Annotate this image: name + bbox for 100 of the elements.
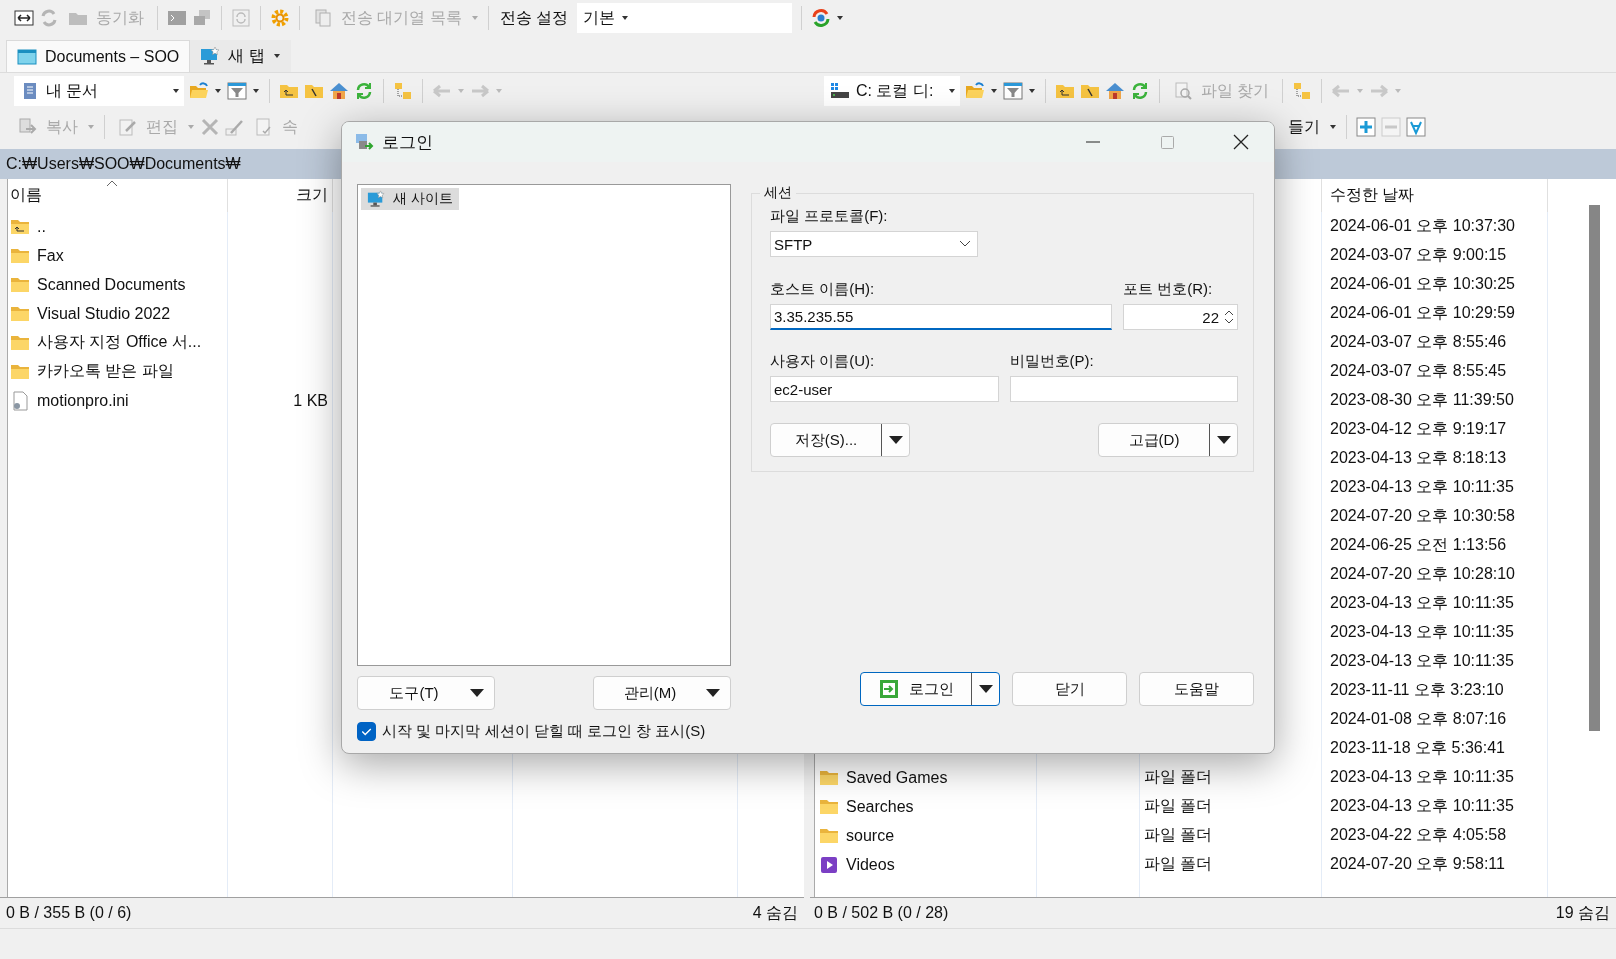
file-name[interactable]: Scanned Documents — [37, 275, 186, 294]
sort-icon — [106, 179, 118, 187]
modified-date: 2024-06-01 오후 10:30:25 — [1330, 274, 1515, 294]
host-field[interactable]: 3.35.235.55 — [770, 304, 1112, 330]
username-field[interactable]: ec2-user — [770, 376, 999, 402]
modified-date: 2024-07-20 오후 9:58:11 — [1330, 854, 1505, 874]
tab[interactable]: Documents – SOO — [6, 40, 191, 72]
protocol-dropdown[interactable]: SFTP — [770, 231, 978, 257]
file-name[interactable]: Videos — [846, 855, 895, 874]
scrollbar[interactable] — [1589, 205, 1600, 731]
file-type: 파일 폴더 — [1144, 767, 1213, 787]
caret-icon[interactable] — [706, 688, 720, 698]
close-button[interactable]: 닫기 — [1012, 672, 1127, 706]
monitor-icon — [367, 190, 385, 208]
location-dropdown[interactable]: 내 문서 — [14, 76, 184, 106]
refresh-icon[interactable] — [231, 8, 251, 28]
file-name[interactable]: 카카오톡 받은 파일 — [37, 361, 174, 382]
refresh-icon[interactable] — [354, 81, 374, 101]
file-type: 파일 폴더 — [1144, 854, 1213, 874]
file-name[interactable]: Searches — [846, 797, 914, 816]
file-name[interactable]: 사용자 지정 Office 서... — [37, 332, 202, 353]
caret-icon[interactable] — [888, 435, 903, 445]
tree-icon[interactable] — [393, 81, 413, 101]
modified-date: 2023-04-13 오후 10:11:35 — [1330, 477, 1514, 497]
settings-icon[interactable] — [270, 8, 290, 28]
home-icon[interactable] — [1105, 81, 1125, 101]
sync-icon[interactable] — [39, 8, 59, 28]
chevron-icon — [959, 240, 971, 248]
tab[interactable]: 새 탭 — [190, 40, 291, 72]
modified-date: 2023-04-13 오후 10:11:35 — [1330, 767, 1514, 787]
status-text: 0 B / 355 B (0 / 6) — [6, 904, 132, 922]
modified-date: 2023-04-13 오후 10:11:35 — [1330, 622, 1514, 642]
pencil-icon — [118, 117, 138, 137]
transfer-settings-dropdown[interactable]: 기본 — [577, 3, 793, 33]
open-folder-icon[interactable] — [965, 81, 985, 101]
site-item[interactable]: 새 사이트 — [361, 188, 459, 210]
file-name[interactable]: .. — [37, 217, 46, 236]
file-name[interactable]: Saved Games — [846, 768, 948, 787]
home-icon[interactable] — [329, 81, 349, 101]
modified-date: 2023-04-13 오후 10:11:35 — [1330, 796, 1514, 816]
modified-date: 2024-03-07 오후 9:00:15 — [1330, 245, 1507, 265]
caret-icon[interactable] — [978, 684, 993, 694]
filter-icon[interactable] — [1003, 81, 1023, 101]
file-name[interactable]: Fax — [37, 246, 64, 265]
transfer-settings-label: 전송 설정 — [499, 7, 569, 28]
checkbox-label: 시작 및 마지막 세션이 닫힐 때 로그인 창 표시(S) — [382, 722, 706, 741]
field-label: 사용자 이름(U): — [770, 351, 876, 371]
modified-date: 2023-08-30 오후 11:39:50 — [1330, 390, 1514, 410]
manage-button[interactable]: 관리(M) — [593, 676, 731, 710]
drive-dropdown[interactable]: C: 로컬 디: — [824, 76, 960, 106]
refresh-icon[interactable] — [1130, 81, 1150, 101]
delete-icon[interactable] — [200, 117, 220, 137]
documents-icon — [313, 8, 333, 28]
advanced-button[interactable]: 고급(D) — [1098, 423, 1238, 457]
sync-icon[interactable] — [811, 8, 832, 28]
tree-icon[interactable] — [1292, 81, 1313, 101]
password-field[interactable] — [1009, 376, 1238, 402]
select-all-icon[interactable] — [1406, 117, 1426, 137]
column-header[interactable]: 크기 — [228, 179, 333, 212]
help-button[interactable]: 도움말 — [1139, 672, 1254, 706]
login-icon — [878, 679, 899, 699]
field-label: 포트 번호(R): — [1123, 279, 1214, 299]
caret-icon[interactable] — [1216, 435, 1231, 445]
path-text: C:₩Users₩SOO₩Documents₩ — [6, 155, 241, 173]
open-folder-icon[interactable] — [189, 81, 209, 101]
modified-date: 2024-01-08 오후 8:07:16 — [1330, 709, 1507, 729]
column-header[interactable]: 이름 — [8, 179, 228, 212]
window-title: 로그인 — [382, 131, 434, 154]
modified-date: 2024-06-25 오전 1:13:56 — [1330, 535, 1507, 555]
video-icon — [819, 854, 839, 875]
file-size: 1 KB — [293, 391, 328, 410]
login-icon — [354, 132, 374, 152]
caret-icon[interactable] — [470, 688, 484, 698]
modified-date: 2023-04-13 오후 10:11:35 — [1330, 651, 1514, 671]
save-button[interactable]: 저장(S)... — [770, 423, 910, 457]
filter-icon[interactable] — [227, 81, 247, 101]
file-icon — [10, 390, 30, 411]
monitor-icon — [200, 46, 221, 66]
field-label: 파일 프로토콜(F): — [770, 206, 889, 226]
modified-date: 2023-04-13 오후 8:18:13 — [1330, 448, 1507, 468]
terminal-icon[interactable] — [167, 8, 187, 28]
new-button[interactable]: 들기 — [1284, 112, 1324, 142]
group-title: 세션 — [763, 184, 793, 202]
file-name[interactable]: Visual Studio 2022 — [37, 304, 171, 323]
port-field[interactable]: 22 — [1123, 304, 1238, 330]
modified-date: 2023-04-12 오후 9:19:17 — [1330, 419, 1507, 439]
column-header[interactable]: 수정한 날짜 — [1322, 179, 1548, 212]
file-name[interactable]: motionpro.ini — [37, 391, 129, 410]
modified-date: 2024-07-20 오후 10:30:58 — [1330, 506, 1515, 526]
windows-icon[interactable] — [192, 8, 212, 28]
tools-button[interactable]: 도구(T) — [357, 676, 495, 710]
modified-date: 2024-06-01 오후 10:29:59 — [1330, 303, 1515, 323]
compare-icon[interactable] — [14, 8, 34, 28]
file-type: 파일 폴더 — [1144, 796, 1213, 816]
checkbox[interactable] — [357, 722, 376, 741]
modified-date: 2024-07-20 오후 10:28:10 — [1330, 564, 1515, 584]
file-name[interactable]: source — [846, 826, 895, 845]
modified-date: 2024-06-01 오후 10:37:30 — [1330, 216, 1515, 236]
plus-icon[interactable] — [1356, 117, 1376, 137]
login-button[interactable]: 로그인 — [860, 672, 1000, 706]
